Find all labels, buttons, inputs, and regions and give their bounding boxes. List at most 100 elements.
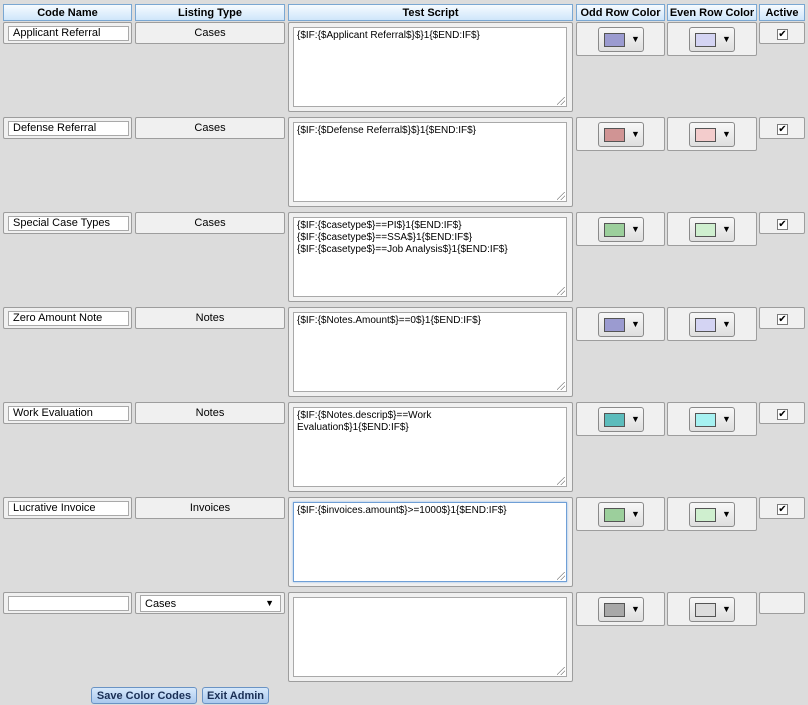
code-name-cell: Work Evaluation <box>3 402 132 424</box>
code-name-cell: Applicant Referral <box>3 22 132 44</box>
chevron-down-icon: ▼ <box>631 414 640 424</box>
even-row-color-picker[interactable]: ▼ <box>689 407 735 432</box>
resize-grip-icon[interactable] <box>557 192 565 200</box>
chevron-down-icon: ▼ <box>631 319 640 329</box>
odd-row-color-picker[interactable]: ▼ <box>598 502 644 527</box>
even-row-color-picker[interactable]: ▼ <box>689 27 735 52</box>
odd-row-color-picker[interactable]: ▼ <box>598 27 644 52</box>
code-name-input[interactable]: Applicant Referral <box>8 26 129 41</box>
chevron-down-icon: ▼ <box>265 598 274 608</box>
active-cell <box>759 592 805 614</box>
listing-type-cell: Invoices <box>135 497 285 519</box>
test-script-textarea[interactable]: {$IF:{$Notes.descrip$}==Work Evaluation$… <box>293 407 567 487</box>
chevron-down-icon: ▼ <box>722 319 731 329</box>
chevron-down-icon: ▼ <box>722 509 731 519</box>
listing-type-label: Cases <box>194 27 226 39</box>
resize-grip-icon[interactable] <box>557 477 565 485</box>
code-name-input[interactable]: Work Evaluation <box>8 406 129 421</box>
header-odd-row-color: Odd Row Color <box>576 4 665 21</box>
listing-type-label: Notes <box>195 312 225 324</box>
code-name-input[interactable]: Lucrative Invoice <box>8 501 129 516</box>
odd-row-color-cell: ▼ <box>576 307 665 341</box>
odd-row-color-cell: ▼ <box>576 22 665 56</box>
header-even-row-color: Even Row Color <box>667 4 757 21</box>
color-swatch <box>604 223 625 237</box>
test-script-textarea[interactable]: {$IF:{$casetype$}==PI$}1{$END:IF$} {$IF:… <box>293 217 567 297</box>
chevron-down-icon: ▼ <box>631 34 640 44</box>
listing-type-cell: Cases <box>135 212 285 234</box>
even-row-color-cell: ▼ <box>667 117 757 151</box>
active-cell: ✔ <box>759 307 805 329</box>
listing-type-cell: Cases <box>135 117 285 139</box>
active-checkbox[interactable]: ✔ <box>777 124 788 135</box>
even-row-color-cell: ▼ <box>667 307 757 341</box>
chevron-down-icon: ▼ <box>631 224 640 234</box>
active-cell: ✔ <box>759 22 805 44</box>
test-script-textarea[interactable]: {$IF:{$Applicant Referral$}$}1{$END:IF$} <box>293 27 567 107</box>
code-name-cell: Special Case Types <box>3 212 132 234</box>
color-swatch <box>695 128 716 142</box>
test-script-textarea[interactable]: {$IF:{$Notes.Amount$}==0$}1{$END:IF$} <box>293 312 567 392</box>
chevron-down-icon: ▼ <box>722 129 731 139</box>
even-row-color-picker[interactable]: ▼ <box>689 217 735 242</box>
color-swatch <box>695 508 716 522</box>
resize-grip-icon[interactable] <box>557 287 565 295</box>
code-name-cell: Lucrative Invoice <box>3 497 132 519</box>
odd-row-color-cell: ▼ <box>576 212 665 246</box>
code-name-input[interactable]: Defense Referral <box>8 121 129 136</box>
save-color-codes-button[interactable]: Save Color Codes <box>91 687 197 704</box>
chevron-down-icon: ▼ <box>631 509 640 519</box>
active-cell: ✔ <box>759 212 805 234</box>
odd-row-color-picker[interactable]: ▼ <box>598 597 644 622</box>
listing-type-label: Notes <box>195 407 225 419</box>
color-swatch <box>695 413 716 427</box>
test-script-cell: {$IF:{$Notes.Amount$}==0$}1{$END:IF$} <box>288 307 573 397</box>
odd-row-color-picker[interactable]: ▼ <box>598 312 644 337</box>
odd-row-color-picker[interactable]: ▼ <box>598 407 644 432</box>
odd-row-color-cell: ▼ <box>576 592 665 626</box>
chevron-down-icon: ▼ <box>722 414 731 424</box>
chevron-down-icon: ▼ <box>722 604 731 614</box>
listing-type-select[interactable]: Cases ▼ <box>140 595 281 612</box>
active-checkbox[interactable]: ✔ <box>777 314 788 325</box>
even-row-color-picker[interactable]: ▼ <box>689 597 735 622</box>
even-row-color-cell: ▼ <box>667 212 757 246</box>
test-script-cell: {$IF:{$Notes.descrip$}==Work Evaluation$… <box>288 402 573 492</box>
header-code-name: Code Name <box>3 4 132 21</box>
test-script-cell: {$IF:{$Applicant Referral$}$}1{$END:IF$} <box>288 22 573 112</box>
chevron-down-icon: ▼ <box>631 129 640 139</box>
code-name-input[interactable]: Zero Amount Note <box>8 311 129 326</box>
active-checkbox[interactable]: ✔ <box>777 409 788 420</box>
code-name-cell: Defense Referral <box>3 117 132 139</box>
even-row-color-cell: ▼ <box>667 402 757 436</box>
odd-row-color-cell: ▼ <box>576 402 665 436</box>
listing-type-label: Invoices <box>189 502 231 514</box>
resize-grip-icon[interactable] <box>557 97 565 105</box>
test-script-cell: {$IF:{$Defense Referral$}$}1{$END:IF$} <box>288 117 573 207</box>
test-script-cell: {$IF:{$invoices.amount$}>=1000$}1{$END:I… <box>288 497 573 587</box>
resize-grip-icon[interactable] <box>557 382 565 390</box>
active-checkbox[interactable]: ✔ <box>777 29 788 40</box>
color-swatch <box>604 128 625 142</box>
code-name-input[interactable]: Special Case Types <box>8 216 129 231</box>
resize-grip-icon[interactable] <box>557 667 565 675</box>
test-script-textarea[interactable] <box>293 597 567 677</box>
color-swatch <box>695 223 716 237</box>
even-row-color-picker[interactable]: ▼ <box>689 502 735 527</box>
even-row-color-picker[interactable]: ▼ <box>689 122 735 147</box>
active-checkbox[interactable]: ✔ <box>777 219 788 230</box>
code-name-input[interactable] <box>8 596 129 611</box>
test-script-textarea[interactable]: {$IF:{$invoices.amount$}>=1000$}1{$END:I… <box>293 502 567 582</box>
odd-row-color-picker[interactable]: ▼ <box>598 217 644 242</box>
resize-grip-icon[interactable] <box>557 572 565 580</box>
exit-admin-button[interactable]: Exit Admin <box>202 687 269 704</box>
odd-row-color-picker[interactable]: ▼ <box>598 122 644 147</box>
listing-type-cell: Cases ▼ <box>135 592 285 614</box>
even-row-color-picker[interactable]: ▼ <box>689 312 735 337</box>
code-name-cell: Zero Amount Note <box>3 307 132 329</box>
even-row-color-cell: ▼ <box>667 497 757 531</box>
test-script-textarea[interactable]: {$IF:{$Defense Referral$}$}1{$END:IF$} <box>293 122 567 202</box>
color-swatch <box>604 508 625 522</box>
odd-row-color-cell: ▼ <box>576 117 665 151</box>
active-checkbox[interactable]: ✔ <box>777 504 788 515</box>
